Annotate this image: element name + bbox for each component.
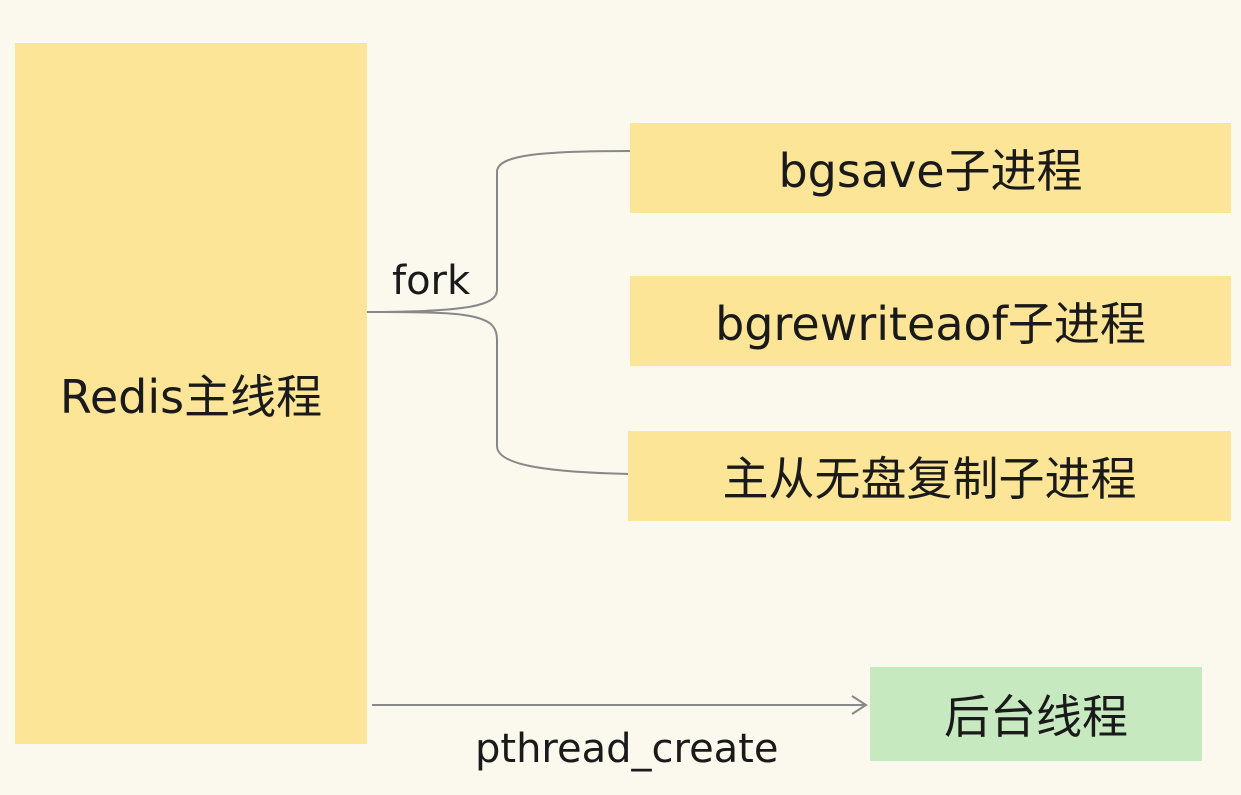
fork-label: fork (392, 258, 471, 304)
diskless-replication-child-process-label: 主从无盘复制子进程 (722, 452, 1137, 506)
fork-connector-middle (366, 311, 631, 475)
diskless-replication-child-process-box: 主从无盘复制子进程 (628, 431, 1231, 521)
bgsave-child-process-label: bgsave子进程 (778, 144, 1083, 198)
bgrewriteaof-child-process-box: bgrewriteaof子进程 (630, 276, 1231, 366)
background-thread-box: 后台线程 (870, 667, 1202, 761)
background-thread-label: 后台线程 (944, 690, 1128, 744)
redis-main-thread-box: Redis主线程 (15, 43, 367, 744)
diagram-canvas: Redis主线程 fork bgsave子进程 bgrewriteaof子进程 … (0, 0, 1241, 795)
bgrewriteaof-child-process-label: bgrewriteaof子进程 (715, 297, 1146, 351)
redis-main-thread-label: Redis主线程 (59, 369, 323, 424)
pthread-create-label: pthread_create (475, 726, 779, 772)
bgsave-child-process-box: bgsave子进程 (630, 123, 1231, 213)
